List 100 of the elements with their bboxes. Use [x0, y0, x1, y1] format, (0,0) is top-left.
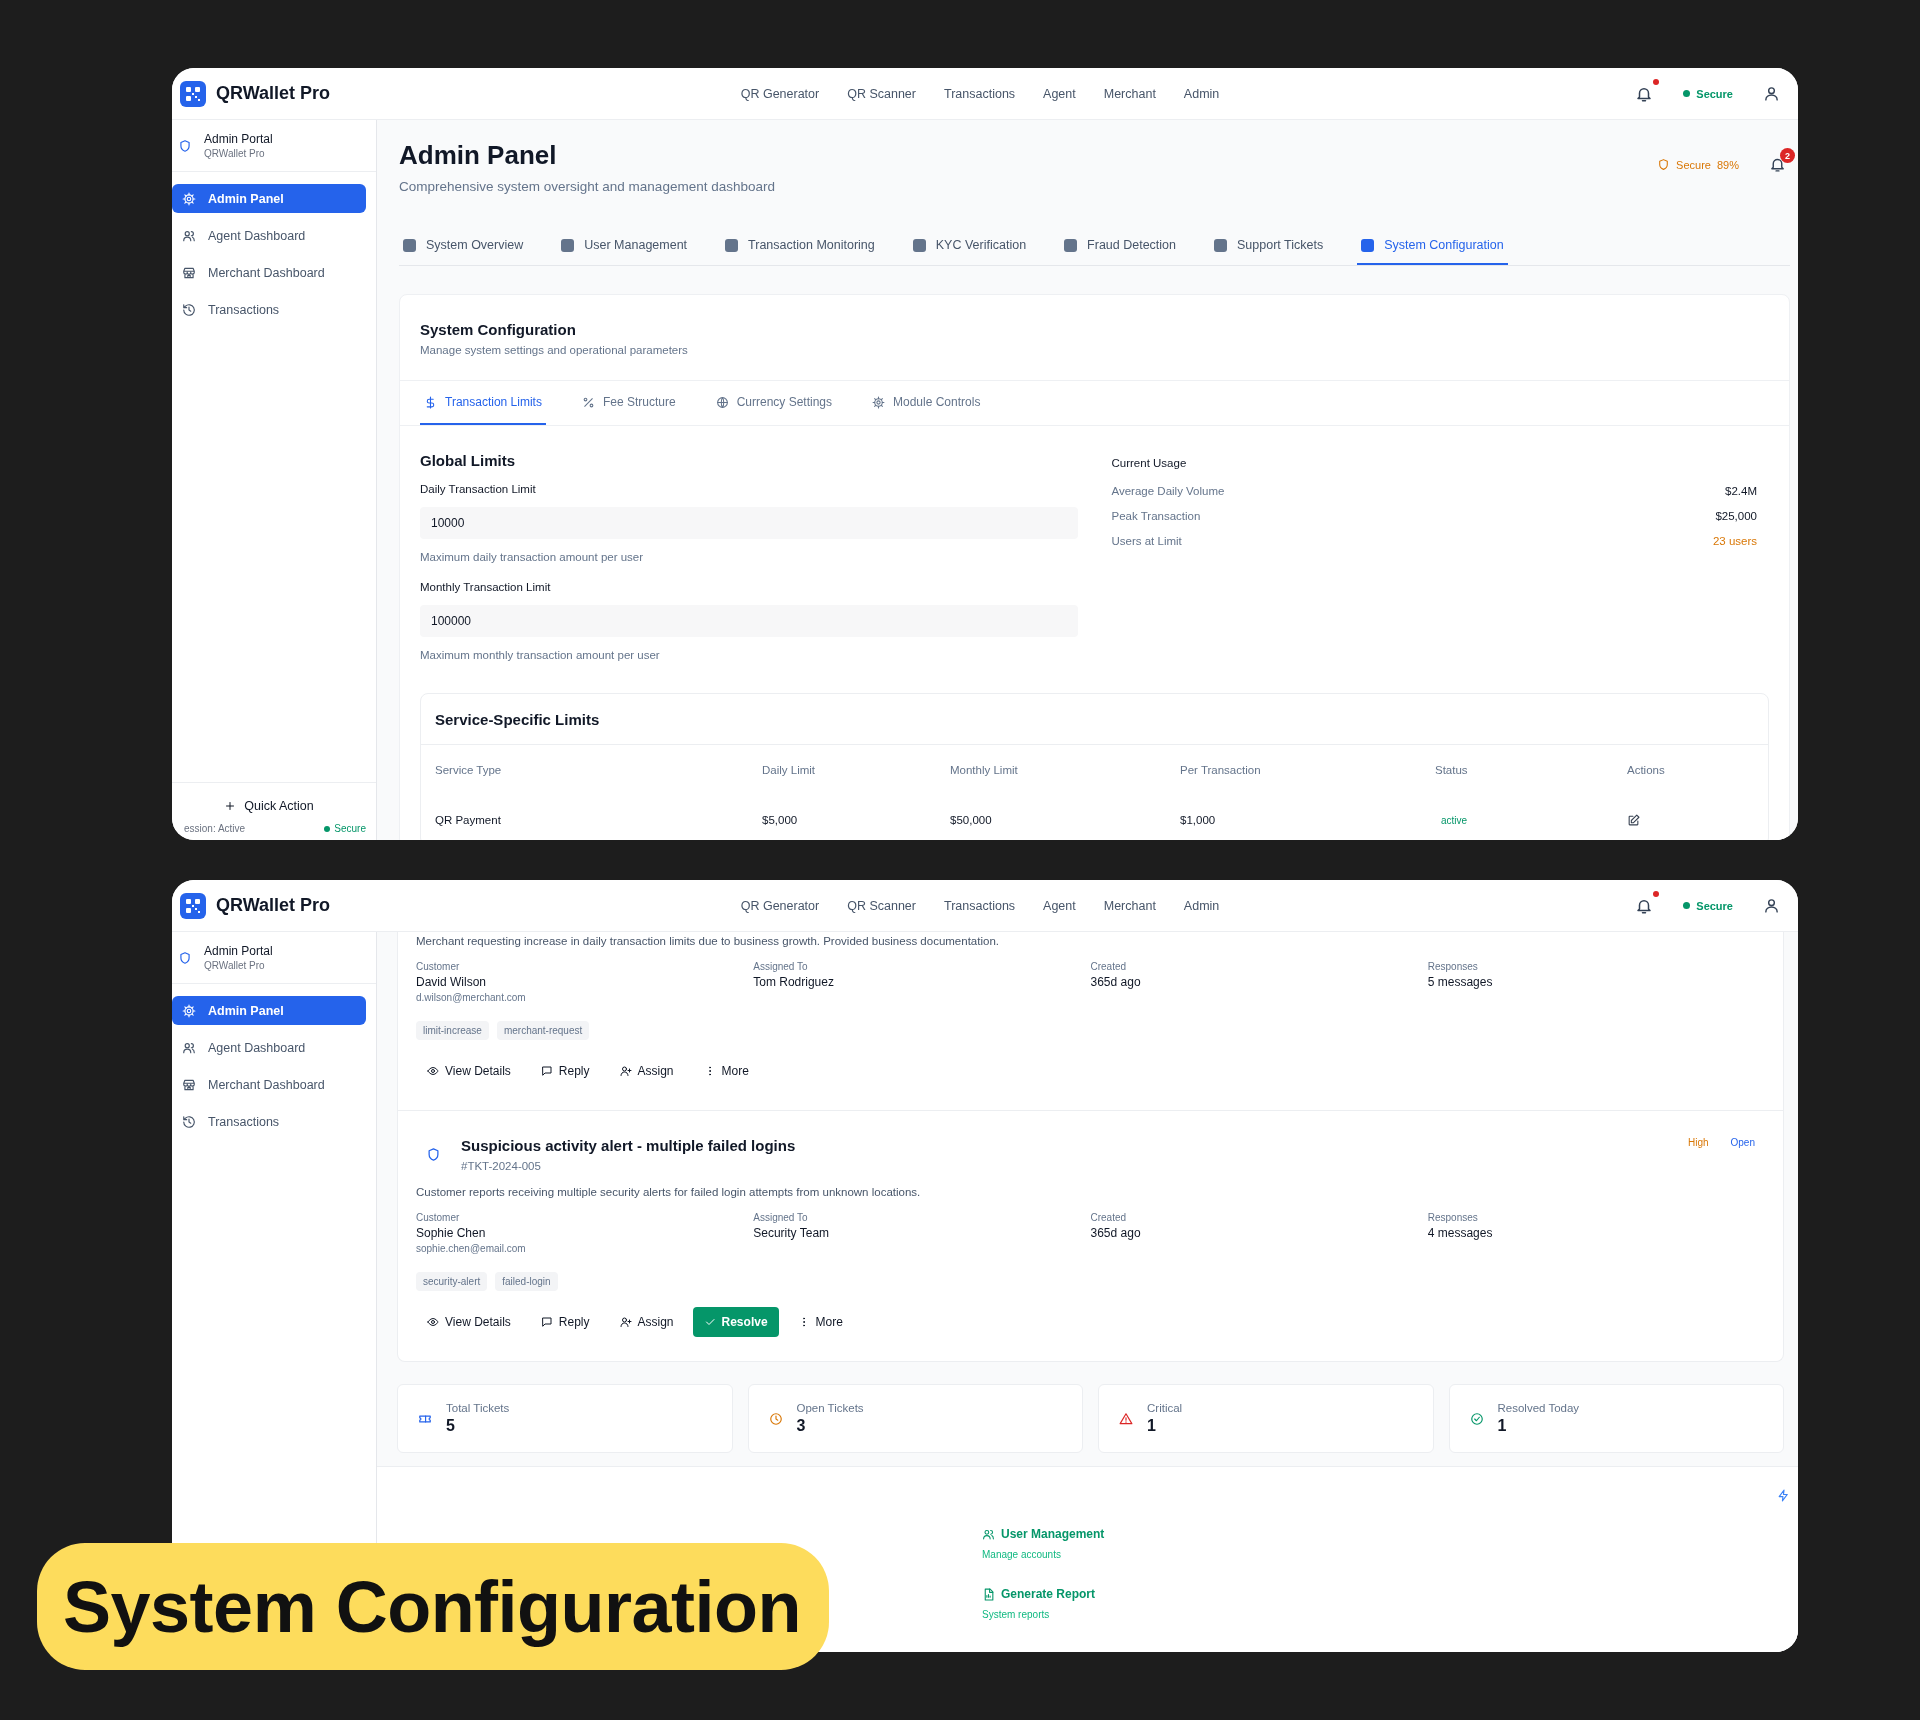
- stat-value: 5: [446, 1417, 456, 1435]
- stat-value: 3: [796, 1417, 807, 1435]
- table-cell-text: $1,000: [1180, 813, 1217, 828]
- meta-value: Security Team: [753, 1226, 831, 1240]
- ticket-title: Suspicious activity alert - multiple failed logins: [461, 1137, 797, 1154]
- nav-link[interactable]: Transactions: [944, 898, 1016, 913]
- help-text: Maximum daily transaction amount per user: [420, 551, 645, 563]
- action-button[interactable]: Reply: [529, 1307, 601, 1337]
- nav-link[interactable]: Agent: [1043, 86, 1076, 101]
- nav-link[interactable]: QR Scanner: [847, 86, 916, 101]
- input-field[interactable]: 100000: [420, 605, 1078, 637]
- action-button[interactable]: Reply: [529, 1056, 601, 1086]
- meta-value: David Wilson: [416, 975, 488, 989]
- sidebar-item[interactable]: Transactions: [172, 1107, 366, 1136]
- usage-label: Users at Limit: [1111, 534, 1182, 547]
- section-title: Current Usage: [1111, 457, 1188, 469]
- nav-link[interactable]: Merchant: [1103, 86, 1156, 101]
- tab[interactable]: User Management: [557, 232, 692, 265]
- portal-title: Admin Portal: [204, 132, 273, 146]
- profile-button[interactable]: [1763, 897, 1780, 914]
- alerts-button[interactable]: [1769, 156, 1786, 173]
- users-icon: [982, 1527, 995, 1541]
- brand-name: QRWallet Pro: [216, 83, 331, 104]
- tab[interactable]: Transaction Monitoring: [721, 232, 879, 265]
- action-button[interactable]: View Details: [416, 1307, 522, 1337]
- sub-tab[interactable]: Currency Settings: [711, 381, 836, 425]
- action-button[interactable]: Assign: [608, 1056, 685, 1086]
- meta-label: Assigned To: [753, 961, 809, 972]
- status-text: active: [1441, 814, 1468, 826]
- section-title: Global Limits: [420, 452, 516, 469]
- table-cell-text: $50,000: [950, 813, 993, 828]
- resolve-button[interactable]: Resolve: [692, 1307, 779, 1337]
- settings-icon: [872, 395, 885, 409]
- column-header: Status: [1435, 763, 1469, 778]
- tab[interactable]: KYC Verification: [908, 232, 1031, 265]
- nav-link[interactable]: Merchant: [1103, 898, 1156, 913]
- nav-link[interactable]: Admin: [1183, 86, 1220, 101]
- check-circle-icon: [1469, 1411, 1484, 1426]
- usage-label: Peak Transaction: [1111, 509, 1201, 522]
- tab[interactable]: System Overview: [399, 232, 528, 265]
- app-logo-icon: [180, 892, 206, 919]
- action-button[interactable]: More: [786, 1307, 854, 1337]
- nav-link[interactable]: Admin: [1183, 898, 1220, 913]
- sidebar-item[interactable]: Merchant Dashboard: [172, 258, 366, 287]
- table-cell-text: QR Payment: [435, 813, 502, 828]
- tab[interactable]: System Configuration: [1357, 232, 1508, 265]
- action-button[interactable]: View Details: [416, 1056, 522, 1086]
- edit-icon: [1627, 813, 1640, 827]
- sub-tab[interactable]: Module Controls: [868, 381, 985, 425]
- action-button[interactable]: Assign: [608, 1307, 685, 1337]
- store-icon: [182, 1077, 196, 1092]
- stat-label: Open Tickets: [796, 1402, 864, 1414]
- dollar-icon: [424, 395, 437, 409]
- sidebar-item[interactable]: Merchant Dashboard: [172, 1070, 366, 1099]
- nav-link[interactable]: Transactions: [944, 86, 1016, 101]
- message-icon: [540, 1316, 553, 1328]
- nav-link[interactable]: QR Generator: [740, 86, 820, 101]
- action-button[interactable]: More: [692, 1056, 760, 1086]
- column-header: Per Transaction: [1180, 763, 1262, 778]
- sidebar-item[interactable]: Admin Panel: [172, 184, 366, 213]
- quick-link-description: System reports: [982, 1609, 1051, 1620]
- report-icon: [982, 1587, 995, 1601]
- tab[interactable]: Support Tickets: [1210, 232, 1328, 265]
- sidebar-item[interactable]: Admin Panel: [172, 996, 366, 1025]
- usage-value: $25,000: [1715, 509, 1757, 522]
- nav-link[interactable]: Agent: [1043, 898, 1076, 913]
- meta-label: Customer: [416, 1212, 461, 1223]
- secure-status: Secure: [334, 823, 366, 834]
- quick-link-description: Manage accounts: [982, 1549, 1062, 1560]
- input-field[interactable]: 10000: [420, 507, 1078, 539]
- sub-tab[interactable]: Fee Structure: [577, 381, 680, 425]
- history-icon: [182, 1114, 196, 1129]
- edit-button[interactable]: [1627, 813, 1640, 827]
- table-cell-text: $5,000: [762, 813, 799, 828]
- status-label: Open: [1730, 1137, 1755, 1150]
- quick-link[interactable]: User Management: [982, 1527, 1798, 1541]
- section-title: Service-Specific Limits: [421, 694, 1768, 745]
- check-icon: [703, 1316, 716, 1328]
- profile-button[interactable]: [1763, 85, 1780, 102]
- meta-value: 4 messages: [1427, 1226, 1494, 1240]
- sidebar-item[interactable]: Agent Dashboard: [172, 221, 366, 250]
- priority-label: High: [1687, 1137, 1709, 1150]
- nav-link[interactable]: QR Scanner: [847, 898, 916, 913]
- quick-action-button[interactable]: Quick Action: [172, 793, 366, 819]
- users-icon: [182, 228, 196, 243]
- sidebar-item[interactable]: Agent Dashboard: [172, 1033, 366, 1062]
- brand-name: QRWallet Pro: [216, 895, 331, 916]
- help-text: Maximum monthly transaction amount per user: [420, 649, 661, 661]
- percent-icon: [581, 395, 595, 409]
- sidebar-item[interactable]: Transactions: [172, 295, 366, 324]
- tab[interactable]: Fraud Detection: [1060, 232, 1181, 265]
- bell-icon: [1769, 156, 1786, 173]
- nav-link[interactable]: QR Generator: [740, 898, 820, 913]
- user-plus-icon: [619, 1065, 632, 1077]
- sub-tab[interactable]: Transaction Limits: [420, 381, 546, 425]
- column-header: Actions: [1627, 763, 1666, 778]
- plus-icon: [224, 800, 237, 812]
- shield-icon: [178, 138, 192, 153]
- eye-icon: [427, 1316, 439, 1328]
- quick-link[interactable]: Generate Report: [982, 1587, 1798, 1601]
